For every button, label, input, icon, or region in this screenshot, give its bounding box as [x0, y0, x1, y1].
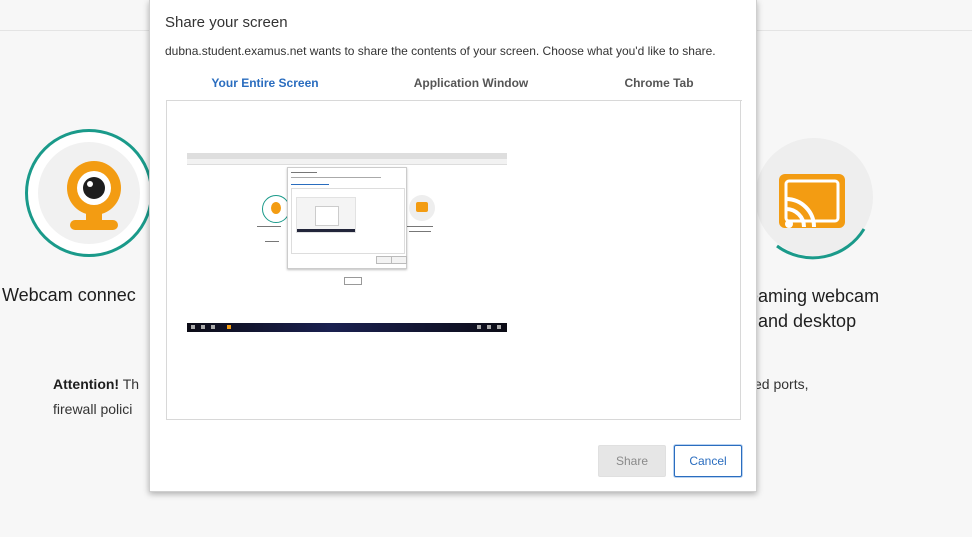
dialog-description: dubna.student.examus.net wants to share …: [165, 44, 716, 58]
thumb-text-line: [257, 226, 281, 227]
thumb-cancel-btn: [391, 256, 407, 264]
thumb-page-button: [344, 277, 362, 285]
cancel-button[interactable]: Cancel: [674, 445, 742, 477]
tab-application-window[interactable]: Application Window: [364, 76, 578, 100]
attention-text: Attention! Th: [53, 376, 139, 392]
thumb-text-line: [265, 241, 279, 242]
tab-chrome-tab[interactable]: Chrome Tab: [578, 76, 740, 100]
thumb-cast-circle: [409, 195, 435, 221]
thumb-webcam-circle: [262, 195, 290, 223]
thumb-mini-screen: [296, 197, 356, 233]
share-button[interactable]: Share: [598, 445, 666, 477]
cast-screen-icon: [779, 174, 845, 228]
thumb-panel: [291, 188, 405, 254]
thumb-text-line: [291, 172, 317, 173]
dialog-title: Share your screen: [165, 14, 288, 31]
screen-thumbnail[interactable]: [187, 153, 507, 332]
thumb-text-line: [409, 231, 431, 232]
attention-body: Th: [119, 376, 140, 392]
webcam-icon: [67, 161, 121, 230]
thumb-addressbar: [187, 159, 507, 165]
thumb-tab-underline: [291, 184, 329, 185]
tab-entire-screen[interactable]: Your Entire Screen: [166, 76, 364, 102]
thumb-text-line: [291, 177, 381, 178]
source-panel: [166, 101, 741, 420]
step-title-streaming: eaming webcam: [748, 286, 880, 306]
thumb-dialog: [287, 167, 407, 269]
share-screen-dialog: Share your screen dubna.student.examus.n…: [149, 0, 757, 492]
attention-label: Attention!: [53, 376, 120, 392]
step-title-webcam: Webcam connec: [2, 285, 136, 305]
thumb-taskbar: [187, 323, 507, 332]
thumb-share-btn: [376, 256, 392, 264]
thumb-text-line: [405, 226, 433, 227]
step-title-streaming-line2: and desktop: [758, 311, 857, 331]
attention-text-line2: firewall polici: [53, 401, 133, 417]
